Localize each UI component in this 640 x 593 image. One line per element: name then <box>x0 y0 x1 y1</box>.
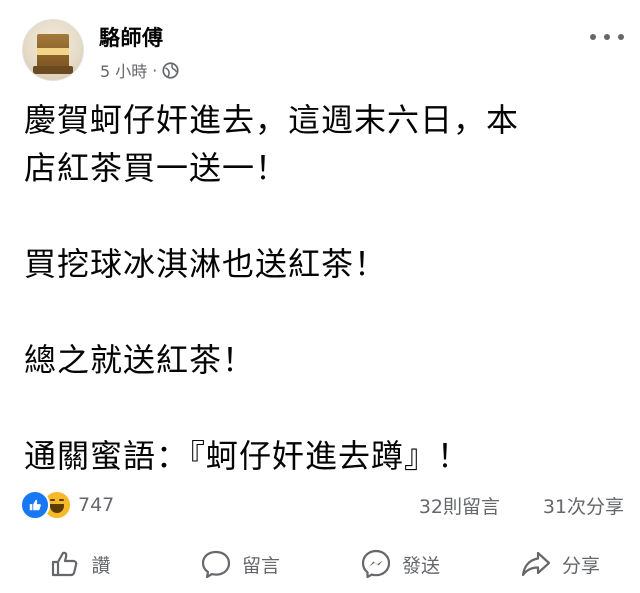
reactions-summary[interactable]: 747 <box>20 490 114 520</box>
post-paragraph: 通關蜜語：『蚵仔奸進去蹲』！ <box>24 437 471 475</box>
thumbs-up-icon <box>52 551 78 577</box>
more-dot <box>618 34 624 40</box>
messenger-icon <box>361 549 391 579</box>
avatar-product-base <box>33 66 73 74</box>
avatar-product-band <box>37 48 69 55</box>
globe-icon <box>162 61 179 79</box>
send-button[interactable]: 發送 <box>320 540 480 588</box>
reaction-count: 747 <box>78 494 115 516</box>
more-dot <box>590 34 596 40</box>
page-name[interactable]: 駱師傅 <box>99 22 164 52</box>
haha-eye <box>59 499 64 501</box>
comment-bubble-icon <box>201 550 231 579</box>
meta-separator: · <box>152 60 158 80</box>
like-label: 讚 <box>91 554 111 577</box>
more-dot <box>604 34 610 40</box>
share-arrow-icon <box>521 551 551 577</box>
comment-count[interactable]: 32則留言 <box>419 492 500 519</box>
action-bar: 讚 留言 發送 分享 <box>0 540 640 588</box>
comment-label: 留言 <box>241 554 280 577</box>
like-button[interactable]: 讚 <box>0 540 160 588</box>
post-paragraph: 慶賀蚵仔奸進去，這週末六日，本 店紅茶買一送一！ <box>24 101 520 187</box>
post-body: 慶賀蚵仔奸進去，這週末六日，本 店紅茶買一送一！ 買挖球冰淇淋也送紅茶！ 總之就… <box>24 96 624 480</box>
post-meta: 5 小時 · <box>100 58 179 82</box>
post-paragraph: 買挖球冰淇淋也送紅茶！ <box>24 245 388 283</box>
comment-button[interactable]: 留言 <box>160 540 320 588</box>
post-stats: 747 32則留言 31次分享 <box>20 488 624 520</box>
post-time[interactable]: 5 小時 <box>100 58 147 82</box>
send-label: 發送 <box>401 554 440 577</box>
page-avatar[interactable] <box>22 19 84 81</box>
haha-mouth <box>50 504 64 513</box>
share-label: 分享 <box>561 554 600 577</box>
share-count[interactable]: 31次分享 <box>543 492 624 519</box>
post-header: 駱師傅 5 小時 · <box>0 0 640 86</box>
share-button[interactable]: 分享 <box>480 540 640 588</box>
like-reaction-icon <box>20 490 50 520</box>
more-options-icon[interactable] <box>590 29 624 45</box>
post-paragraph: 總之就送紅茶！ <box>24 341 256 379</box>
haha-eye <box>50 499 55 501</box>
